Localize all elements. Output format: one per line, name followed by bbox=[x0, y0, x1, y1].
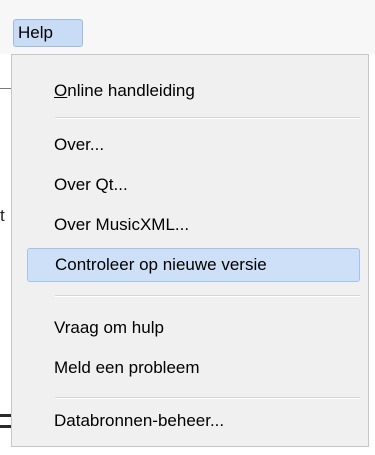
menu-item-meld-een-probleem[interactable]: Meld een probleem bbox=[54, 351, 200, 385]
help-menu-button[interactable]: Help bbox=[13, 19, 83, 47]
menu-item-controleer-op-nieuwe-versie[interactable]: Controleer op nieuwe versie bbox=[27, 248, 360, 282]
menu-item-vraag-om-hulp[interactable]: Vraag om hulp bbox=[54, 311, 164, 345]
background-window-text-fragment: t bbox=[0, 206, 5, 225]
help-dropdown-menu: Online handleiding Over... Over Qt... Ov… bbox=[11, 54, 369, 447]
menu-bar: Help bbox=[0, 0, 375, 54]
menu-item-over-qt[interactable]: Over Qt... bbox=[54, 168, 128, 202]
menu-item-databronnen-beheer[interactable]: Databronnen-beheer... bbox=[54, 404, 224, 438]
menu-item-over-musicxml[interactable]: Over MusicXML... bbox=[54, 208, 189, 242]
menu-separator bbox=[55, 397, 360, 399]
menu-separator bbox=[55, 117, 360, 119]
menu-item-online-handleiding[interactable]: Online handleiding bbox=[54, 74, 195, 108]
menu-separator bbox=[55, 295, 360, 297]
menu-item-over[interactable]: Over... bbox=[54, 128, 104, 162]
